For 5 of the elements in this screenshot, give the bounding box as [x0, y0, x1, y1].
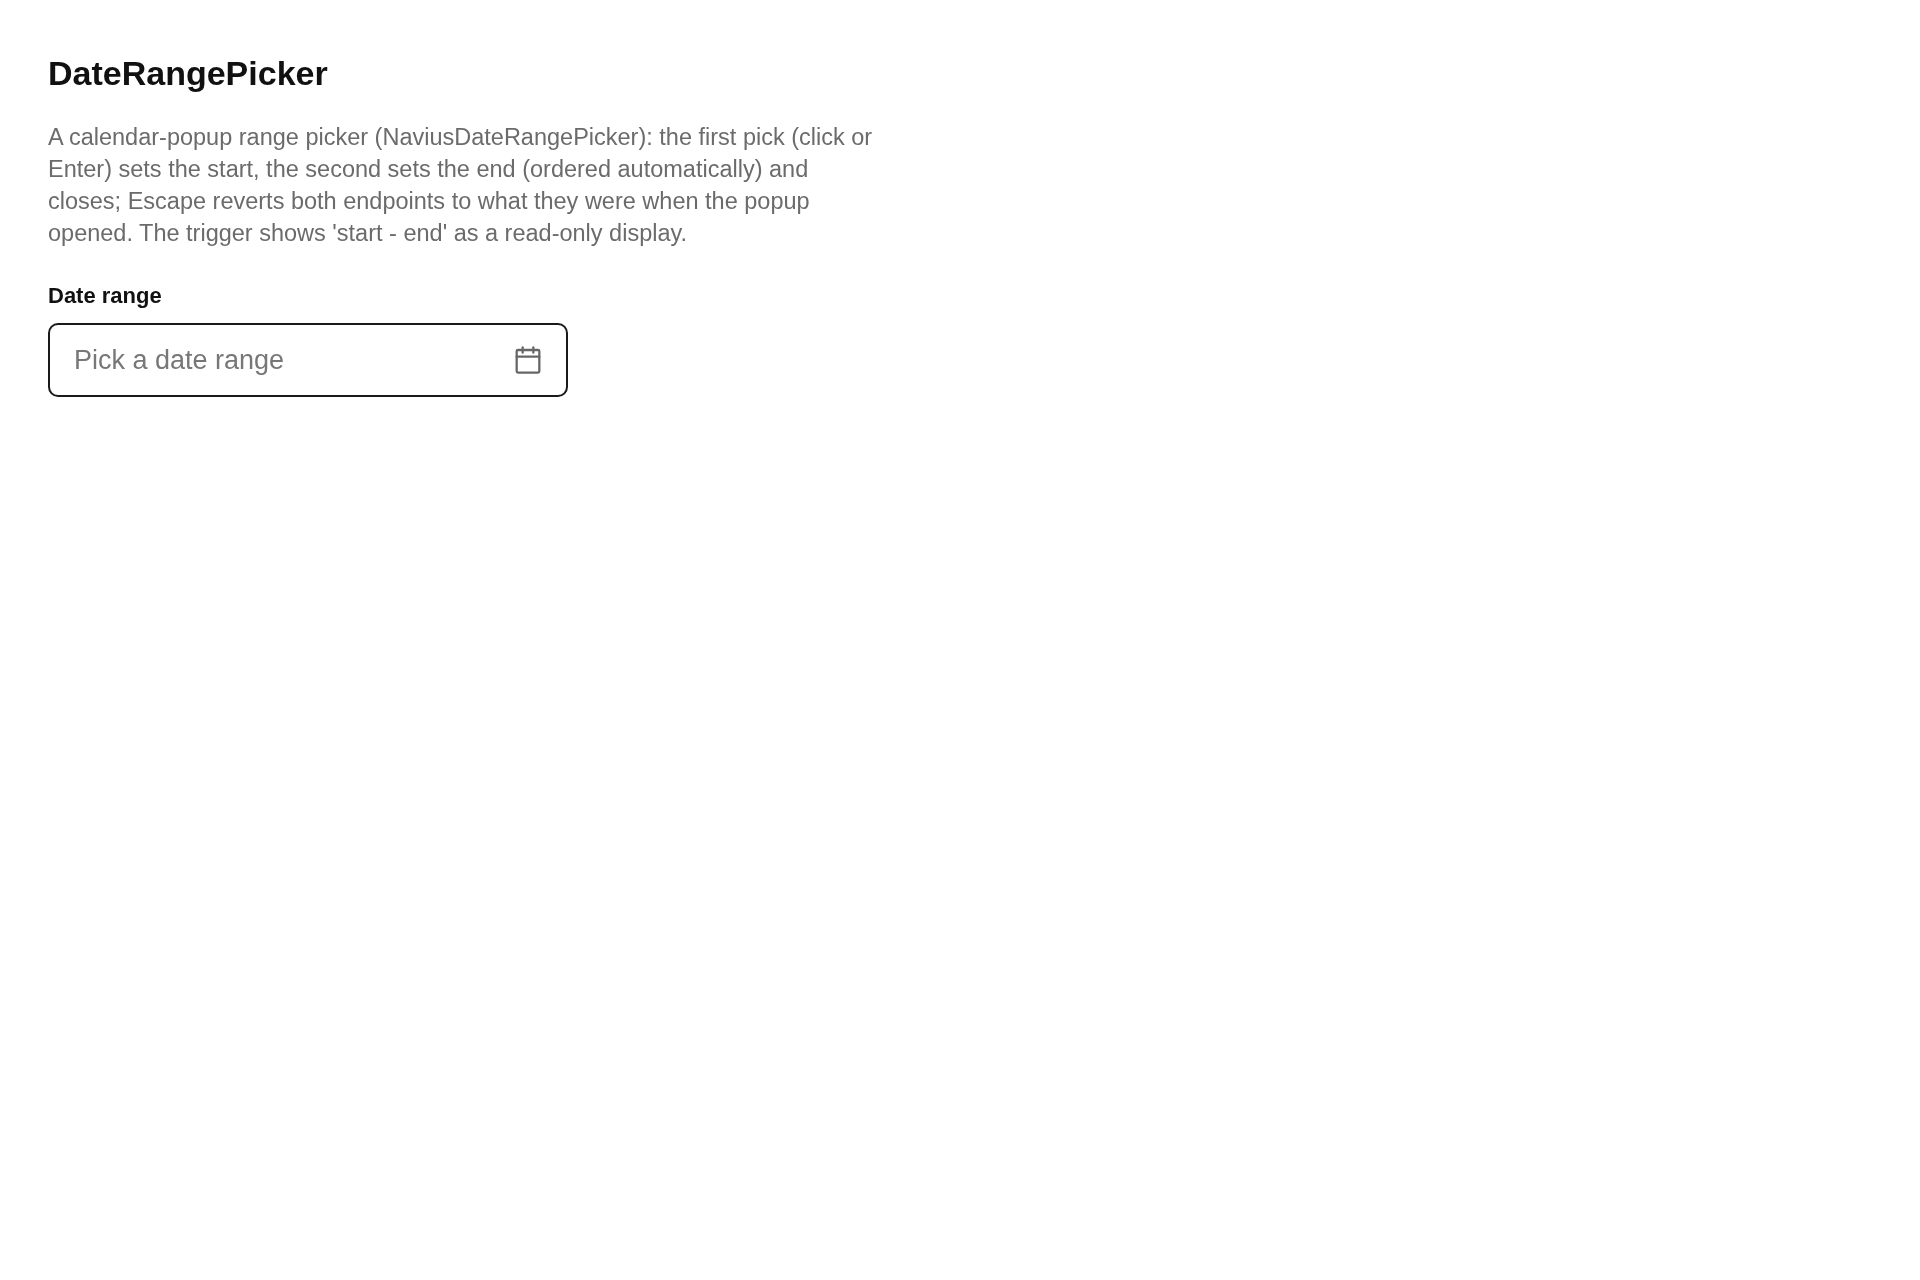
calendar-icon: [514, 346, 542, 374]
page-title: DateRangePicker: [48, 53, 328, 94]
description-text: A calendar-popup range picker (NaviusDateRangePicker): the first pick (click or Enter) sets the start, the second sets the end (ordered automatically) and closes; Escape reverts both endpoints to what they were when the popup opened. The trigger shows 'start - end' as a read-only display.: [48, 123, 874, 248]
date-range-field[interactable]: Pick a date range: [48, 323, 568, 397]
field-label: Date range: [48, 282, 163, 310]
